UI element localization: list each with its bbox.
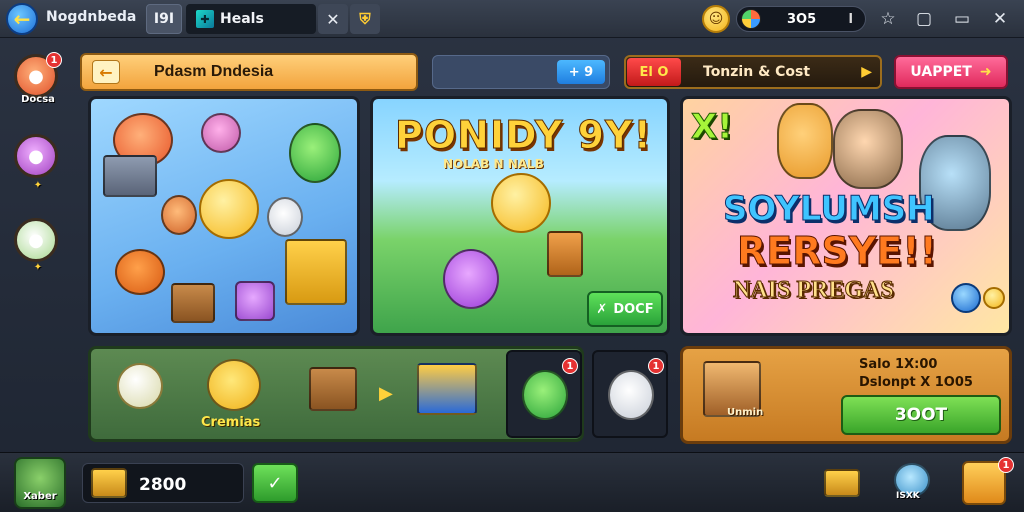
event-text: Tonzin & Cost xyxy=(703,64,811,80)
heroes-card-headline-2: RERSYE!! xyxy=(737,229,938,274)
add-gold-button[interactable]: ✓ xyxy=(252,463,298,503)
jungle-card-button-label: DOCF xyxy=(613,301,654,317)
sidebar-item-label: Docsa xyxy=(21,94,55,105)
jungle-card-headline: PONIDY 9Y! xyxy=(395,113,652,158)
pink-creature-icon xyxy=(201,113,241,153)
orange-creature-icon xyxy=(115,249,165,295)
currency-value: 3O5 xyxy=(787,11,817,27)
ghost-crate-icon[interactable] xyxy=(309,367,357,411)
gold-chest-icon xyxy=(91,468,127,498)
chest-label: ISXK xyxy=(896,491,920,501)
purple-pet-icon: ● xyxy=(28,145,44,167)
arrow-right-icon: ▶ xyxy=(379,383,393,404)
back-arrow-icon[interactable]: ← xyxy=(6,3,38,35)
slot-badge: 1 xyxy=(648,358,664,374)
claim-button[interactable]: 3OOT xyxy=(841,395,1001,435)
tools-icon: ✗ xyxy=(596,301,608,317)
top-bar: ← Nogdnbeda I9I ✚ Heals ✕ ⛨ ☺ 3O5 l ☆ ▢ … xyxy=(0,0,1024,38)
gold-coin-icon xyxy=(983,287,1005,309)
yellow-chick-icon[interactable] xyxy=(207,359,261,411)
knight-hero-icon xyxy=(833,109,903,189)
shield-icon[interactable]: ⛨ xyxy=(350,4,380,34)
reward-line-2: Dslonpt X 1O05 xyxy=(859,375,973,390)
sidebar: ● 1 Docsa ● ✦ ● ✦ xyxy=(0,38,76,448)
player-name: Xaber xyxy=(23,491,57,502)
header-back-arrow-icon[interactable]: ← xyxy=(92,60,120,84)
gold-coin-icon xyxy=(199,179,259,239)
gold-display: 2800 xyxy=(82,463,244,503)
currency-suffix: l xyxy=(848,11,853,27)
cta-arrow-icon: ➜ xyxy=(979,64,992,80)
sidebar-notification-badge: 1 xyxy=(46,52,62,68)
tab-level[interactable]: I9I xyxy=(146,4,182,34)
cta-button[interactable]: UAPPET ➜ xyxy=(894,55,1008,89)
reward-panel: Unmin Salo 1X:00 Dslonpt X 1O05 3OOT xyxy=(680,346,1012,444)
event-arrow-icon: ▶ xyxy=(861,64,872,80)
event-tag: El O xyxy=(627,58,681,86)
fox-pet-icon: ● xyxy=(28,65,44,87)
white-cat-icon xyxy=(267,197,303,237)
reward-line-1: Salo 1X:00 xyxy=(859,357,938,372)
pet-slot-1[interactable]: 1 xyxy=(506,350,582,438)
metal-crate-icon xyxy=(103,155,157,197)
section-header: ← Pdasm Dndesia xyxy=(80,53,418,91)
search-bar[interactable]: + 9 xyxy=(432,55,610,89)
heal-tab-icon: ✚ xyxy=(196,10,214,28)
heroes-card-subline: NAIS PREGAS xyxy=(733,277,895,304)
purple-cube-icon xyxy=(235,281,275,321)
app-title: Nogdnbeda xyxy=(46,9,137,25)
green-pet-icon xyxy=(522,370,568,420)
tab-heals-label: Heals xyxy=(220,11,264,27)
heroes-event-card[interactable]: X! SOYLUMSH RERSYE!! NAIS PREGAS xyxy=(680,96,1012,336)
cannon-icon[interactable] xyxy=(820,461,864,505)
strip-label: Cremias xyxy=(201,415,261,430)
add-filter-button[interactable]: + 9 xyxy=(557,60,605,84)
event-banner[interactable]: El O Tonzin & Cost ▶ xyxy=(624,55,882,89)
close-icon[interactable]: ✕ xyxy=(988,7,1012,31)
bottom-bar: Xaber 2800 ✓ ISXK 1 xyxy=(0,452,1024,512)
smiley-emote-icon[interactable]: ☺ xyxy=(702,5,730,33)
sidebar-item-monster[interactable]: ● xyxy=(14,134,58,178)
treasure-chest-icon[interactable] xyxy=(417,363,477,415)
sidebar-star-icon: ✦ xyxy=(33,180,43,191)
reward-chest-label: Unmin xyxy=(727,407,764,418)
close-tab-button[interactable]: ✕ xyxy=(318,4,348,34)
squirrel-creature-icon xyxy=(161,195,197,235)
green-pet-icon: ● xyxy=(28,229,44,251)
quest-notification-badge: 1 xyxy=(998,457,1014,473)
gold-value: 2800 xyxy=(139,475,187,495)
jungle-card-button[interactable]: ✗ DOCF xyxy=(587,291,663,327)
heroes-card-headline-1: SOYLUMSH xyxy=(723,189,936,230)
pets-card[interactable] xyxy=(88,96,360,336)
gold-medal-icon xyxy=(491,173,551,233)
pet-slot-2[interactable]: 1 xyxy=(592,350,668,438)
white-cat-icon xyxy=(608,370,654,420)
blue-gem-icon xyxy=(951,283,981,313)
minimize-icon[interactable]: ▢ xyxy=(912,7,936,31)
sidebar-item-ghost[interactable]: ● xyxy=(14,218,58,262)
cannon-body-icon xyxy=(824,469,860,497)
star-icon[interactable]: ☆ xyxy=(876,7,900,31)
gem-icon xyxy=(741,9,761,29)
cta-label: UAPPET xyxy=(910,64,972,80)
restore-icon[interactable]: ▭ xyxy=(950,7,974,31)
green-blob-icon xyxy=(289,123,341,183)
sidebar-sparkle-icon: ✦ xyxy=(33,262,43,273)
yellow-machine-icon xyxy=(285,239,347,305)
tab-heals[interactable]: ✚ Heals xyxy=(186,4,316,34)
fox-hero-icon xyxy=(777,103,833,179)
purple-cat-icon xyxy=(443,249,499,309)
currency-display: 3O5 l xyxy=(736,6,866,32)
jungle-card-subline: NOLAB N NALB xyxy=(443,157,544,171)
heroes-card-badge: X! xyxy=(691,107,734,148)
robot-crate-icon xyxy=(547,231,583,277)
slot-badge: 1 xyxy=(562,358,578,374)
jungle-event-card[interactable]: PONIDY 9Y! NOLAB N NALB ✗ DOCF xyxy=(370,96,670,336)
section-title: Pdasm Dndesia xyxy=(154,63,274,80)
wooden-crate-icon xyxy=(171,283,215,323)
silver-bowl-icon[interactable] xyxy=(117,363,163,409)
